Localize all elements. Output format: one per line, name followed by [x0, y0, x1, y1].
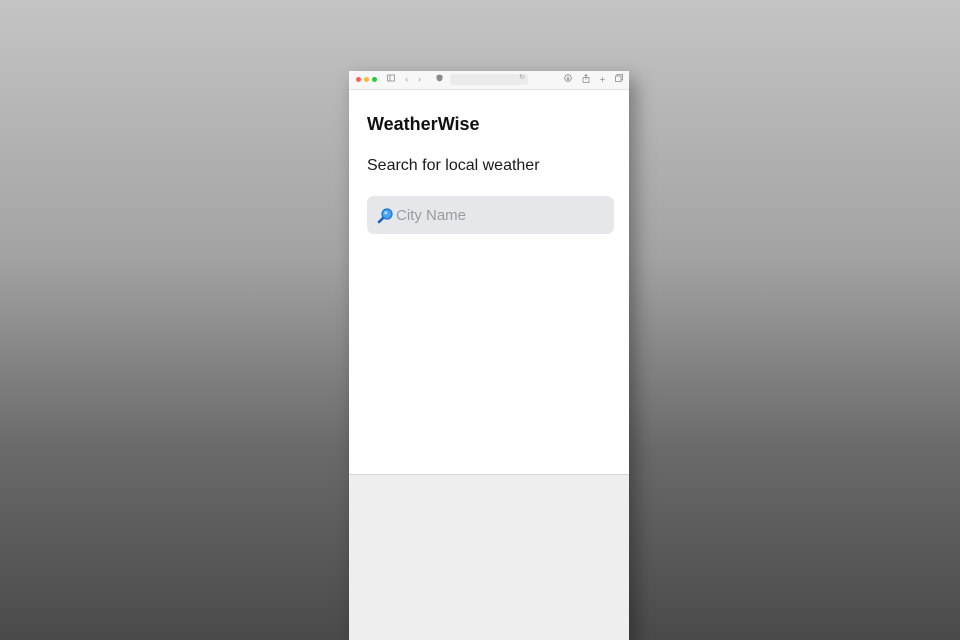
tabs-overview-icon[interactable] — [615, 74, 623, 86]
reload-icon[interactable]: ↻ — [519, 73, 525, 81]
share-icon[interactable] — [582, 74, 590, 87]
browser-toolbar: ‹ › ↻ + — [349, 71, 629, 90]
chevron-right-icon[interactable]: › — [418, 74, 421, 86]
shield-icon[interactable] — [436, 74, 443, 86]
zoom-window-button[interactable] — [372, 77, 377, 82]
plus-icon[interactable]: + — [599, 74, 606, 86]
address-bar[interactable]: ↻ — [450, 73, 528, 85]
close-window-button[interactable] — [356, 77, 361, 82]
browser-window: ‹ › ↻ + WeatherWise Search for local wea… — [349, 71, 629, 640]
page-subtitle: Search for local weather — [367, 157, 540, 174]
search-box[interactable] — [367, 196, 614, 234]
magnifier-icon — [376, 207, 394, 225]
page-content: WeatherWise Search for local weather — [349, 90, 629, 474]
app-title: WeatherWise — [367, 114, 480, 134]
empty-results-area — [349, 474, 629, 640]
city-search-input[interactable] — [396, 196, 606, 234]
chevron-left-icon[interactable]: ‹ — [405, 74, 408, 86]
minimize-window-button[interactable] — [364, 77, 369, 82]
sidebar-icon[interactable] — [387, 74, 395, 86]
download-icon[interactable] — [564, 74, 572, 86]
